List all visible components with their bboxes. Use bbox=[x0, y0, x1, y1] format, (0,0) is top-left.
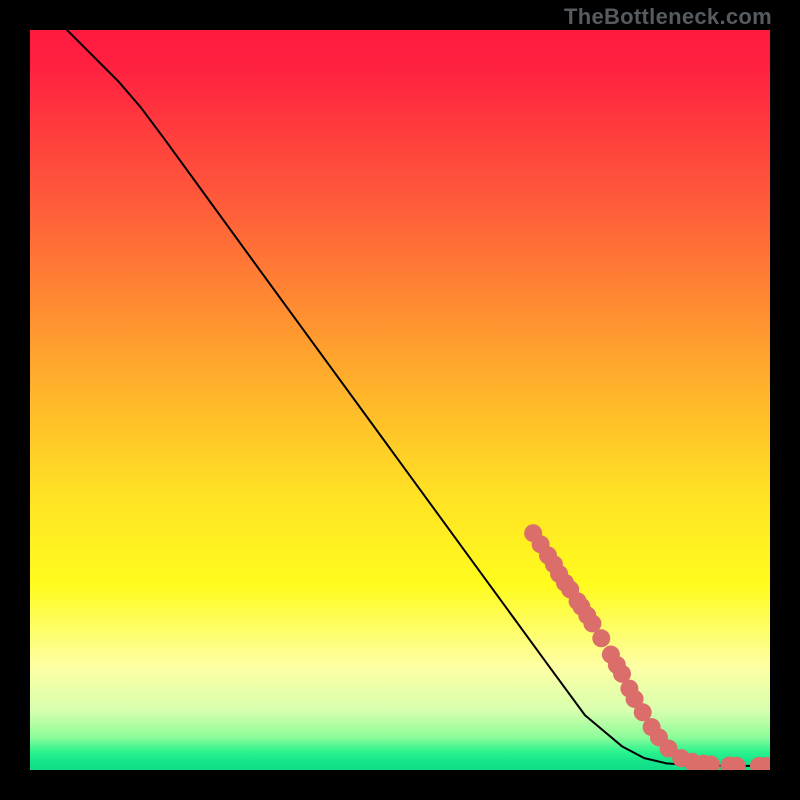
plot-background bbox=[30, 30, 770, 770]
chart-plot bbox=[30, 30, 770, 770]
watermark-text: TheBottleneck.com bbox=[564, 4, 772, 30]
data-point bbox=[592, 629, 610, 647]
chart-frame: TheBottleneck.com bbox=[0, 0, 800, 800]
